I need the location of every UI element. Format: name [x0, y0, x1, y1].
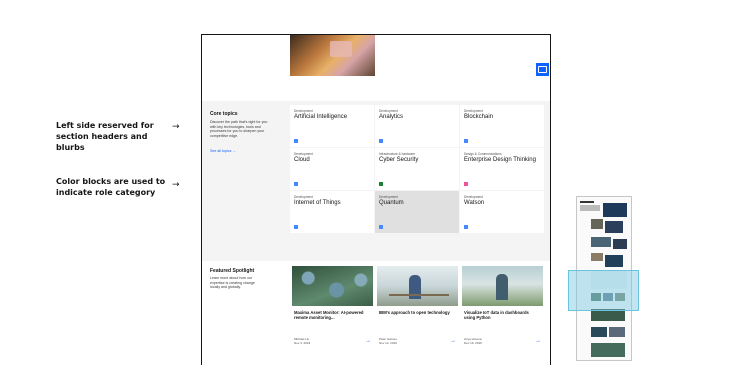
card-image: [377, 266, 458, 306]
tile-category: Development: [464, 109, 483, 113]
card-date: Nov 4, 2019: [294, 341, 311, 345]
category-color-block: [294, 139, 298, 143]
card-title: Maxima Asset Monitor: AI-powered remote …: [294, 310, 364, 321]
spotlight-card[interactable]: IBM's approach to open technology Peter …: [377, 266, 458, 347]
tile-category: Design & Communications: [464, 152, 502, 156]
card-title: IBM's approach to open technology: [379, 310, 450, 315]
hero-image: [290, 35, 375, 76]
category-color-block: [464, 139, 468, 143]
category-color-block: [294, 182, 298, 186]
spotlight-card[interactable]: Maxima Asset Monitor: AI-powered remote …: [292, 266, 373, 347]
viewport-highlight: [568, 270, 639, 311]
section-blurb: Learn more about how our expertise is cr…: [210, 276, 255, 290]
category-color-block: [294, 225, 298, 229]
see-all-topics-link[interactable]: See all topics →: [210, 149, 236, 153]
tile-name: Blockchain: [464, 114, 494, 120]
tile-category: Infrastructure & hardware: [379, 152, 415, 156]
section-title: Featured Spotlight: [210, 268, 255, 274]
annotation-arrow: →: [172, 122, 180, 132]
arrow-right-icon: →: [535, 338, 541, 344]
topic-tile[interactable]: Development Quantum: [375, 191, 459, 233]
tile-name: Quantum: [379, 200, 404, 206]
card-title: Visualize IoT data in dashboards using P…: [464, 310, 529, 321]
tile-category: Development: [294, 152, 313, 156]
tile-name: Cyber Security: [379, 157, 419, 163]
featured-spotlight-section: Featured Spotlight Learn more about how …: [202, 261, 550, 365]
annotation-arrow: →: [172, 180, 180, 190]
chat-icon: [538, 66, 547, 73]
arrow-right-icon: →: [365, 338, 371, 344]
arrow-right-icon: →: [450, 338, 456, 344]
topic-tile[interactable]: Development Artificial Intelligence: [290, 105, 374, 147]
card-date: Nov 12, 2019: [379, 341, 397, 345]
section-title: Core topics: [210, 111, 238, 117]
tile-category: Development: [294, 195, 313, 199]
topic-tile[interactable]: Development Blockchain: [460, 105, 544, 147]
annotation-section-headers: Left side reserved for section headers a…: [56, 121, 154, 152]
tile-name: Internet of Things: [294, 200, 341, 206]
tile-name: Analytics: [379, 114, 404, 120]
tile-name: Artificial Intelligence: [294, 114, 348, 120]
section-blurb: Discover the path that's right for you w…: [210, 120, 268, 138]
chat-button[interactable]: [536, 63, 549, 76]
tile-category: Development: [294, 109, 313, 113]
topic-tile[interactable]: Development Internet of Things: [290, 191, 374, 233]
card-meta: Anya Vesova Dec 16, 2019: [464, 337, 482, 345]
category-color-block: [379, 139, 383, 143]
tile-name: Enterprise Design Thinking: [464, 157, 536, 163]
card-meta: Michael Liu Nov 4, 2019: [294, 337, 310, 345]
annotation-color-blocks: Color blocks are used to indicate role c…: [56, 177, 166, 197]
topic-tile[interactable]: Development Cloud: [290, 148, 374, 190]
topic-tile[interactable]: Development Analytics: [375, 105, 459, 147]
card-image: [462, 266, 543, 306]
category-color-block: [379, 182, 383, 186]
tile-category: Development: [379, 109, 398, 113]
tile-name: Watson: [464, 200, 485, 206]
card-image: [292, 266, 373, 306]
page-mockup: Core topics Discover the path that's rig…: [201, 34, 551, 365]
core-topics-section: Core topics Discover the path that's rig…: [202, 101, 550, 261]
category-color-block: [464, 225, 468, 229]
tile-category: Development: [464, 195, 483, 199]
topic-tile[interactable]: Infrastructure & hardware Cyber Security: [375, 148, 459, 190]
card-meta: Peter Garnes Nov 12, 2019: [379, 337, 397, 345]
spotlight-card[interactable]: Visualize IoT data in dashboards using P…: [462, 266, 543, 347]
card-date: Dec 16, 2019: [464, 341, 482, 345]
tile-category: Development: [379, 195, 398, 199]
tile-name: Cloud: [294, 157, 310, 163]
category-color-block: [464, 182, 468, 186]
topic-tile[interactable]: Design & Communications Enterprise Design…: [460, 148, 544, 190]
category-color-block: [379, 225, 383, 229]
topic-tile[interactable]: Development Watson: [460, 191, 544, 233]
